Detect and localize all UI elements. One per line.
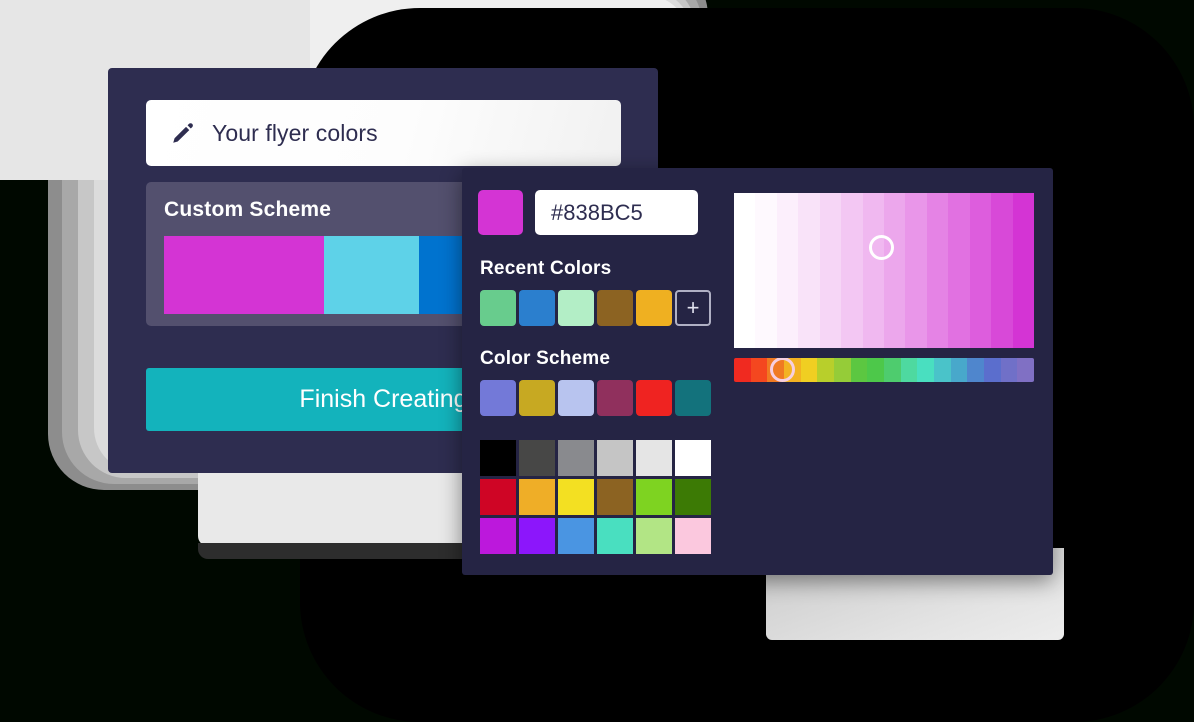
palette-swatch[interactable]: [675, 479, 711, 515]
dialog-title-bar[interactable]: Your flyer colors: [146, 100, 621, 166]
palette-swatch[interactable]: [519, 518, 555, 554]
recent-colors-label: Recent Colors: [480, 258, 612, 279]
palette-swatch[interactable]: [597, 479, 633, 515]
saturation-band: [776, 193, 800, 348]
hue-slider[interactable]: [734, 358, 1034, 382]
palette-swatch[interactable]: [558, 518, 594, 554]
hue-band: [834, 358, 852, 382]
recent-color-swatch[interactable]: [636, 290, 672, 326]
hue-band: [867, 358, 885, 382]
hue-band: [900, 358, 919, 382]
scheme-band[interactable]: [324, 236, 419, 314]
hue-band: [917, 358, 935, 382]
saturation-band: [969, 193, 993, 348]
hue-band: [734, 358, 752, 382]
hue-band: [950, 358, 969, 382]
saturation-band: [798, 193, 821, 348]
color-scheme-swatch[interactable]: [597, 380, 633, 416]
color-scheme-label: Color Scheme: [480, 348, 611, 369]
palette-swatch[interactable]: [675, 518, 711, 554]
saturation-gradient-area[interactable]: [734, 193, 1034, 348]
recent-color-swatch[interactable]: [519, 290, 555, 326]
color-scheme-swatch[interactable]: [675, 380, 711, 416]
color-picker-panel: Recent Colors + Color Scheme: [462, 168, 1053, 575]
hue-band: [800, 358, 819, 382]
standard-palette-grid: [480, 440, 711, 554]
hue-band: [967, 358, 985, 382]
color-scheme-row: [480, 380, 711, 416]
palette-swatch[interactable]: [519, 440, 555, 476]
saturation-band: [734, 193, 757, 348]
saturation-band: [905, 193, 928, 348]
hue-band: [984, 358, 1002, 382]
scheme-band[interactable]: [164, 236, 324, 314]
saturation-band: [926, 193, 950, 348]
palette-swatch[interactable]: [558, 440, 594, 476]
recent-colors-row: +: [480, 290, 711, 326]
saturation-band: [991, 193, 1014, 348]
recent-color-swatch[interactable]: [597, 290, 633, 326]
saturation-band: [841, 193, 864, 348]
palette-swatch[interactable]: [675, 440, 711, 476]
saturation-band: [884, 193, 907, 348]
color-scheme-swatch[interactable]: [636, 380, 672, 416]
saturation-band: [948, 193, 971, 348]
color-scheme-swatch[interactable]: [558, 380, 594, 416]
saturation-band: [1012, 193, 1034, 348]
dialog-title-text: Your flyer colors: [212, 119, 378, 146]
saturation-band: [755, 193, 778, 348]
hue-band: [750, 358, 769, 382]
palette-swatch[interactable]: [480, 518, 516, 554]
current-color-swatch[interactable]: [478, 190, 523, 235]
hue-band: [884, 358, 902, 382]
hue-band: [817, 358, 835, 382]
palette-swatch[interactable]: [519, 479, 555, 515]
palette-swatch[interactable]: [480, 440, 516, 476]
hue-band: [784, 358, 802, 382]
palette-swatch[interactable]: [636, 518, 672, 554]
hue-band: [934, 358, 952, 382]
palette-swatch[interactable]: [480, 479, 516, 515]
add-color-button[interactable]: +: [675, 290, 711, 326]
pencil-icon: [173, 123, 193, 143]
saturation-band: [819, 193, 843, 348]
palette-swatch[interactable]: [636, 479, 672, 515]
color-scheme-swatch[interactable]: [480, 380, 516, 416]
saturation-band: [862, 193, 885, 348]
recent-color-swatch[interactable]: [558, 290, 594, 326]
recent-color-swatch[interactable]: [480, 290, 516, 326]
palette-swatch[interactable]: [597, 518, 633, 554]
hue-band: [1017, 358, 1034, 382]
hue-band: [1000, 358, 1019, 382]
palette-swatch[interactable]: [597, 440, 633, 476]
hue-band: [767, 358, 785, 382]
palette-swatch[interactable]: [636, 440, 672, 476]
hex-input-row: [478, 190, 698, 235]
hue-band: [850, 358, 869, 382]
palette-swatch[interactable]: [558, 479, 594, 515]
hex-color-input[interactable]: [535, 190, 698, 235]
color-scheme-swatch[interactable]: [519, 380, 555, 416]
